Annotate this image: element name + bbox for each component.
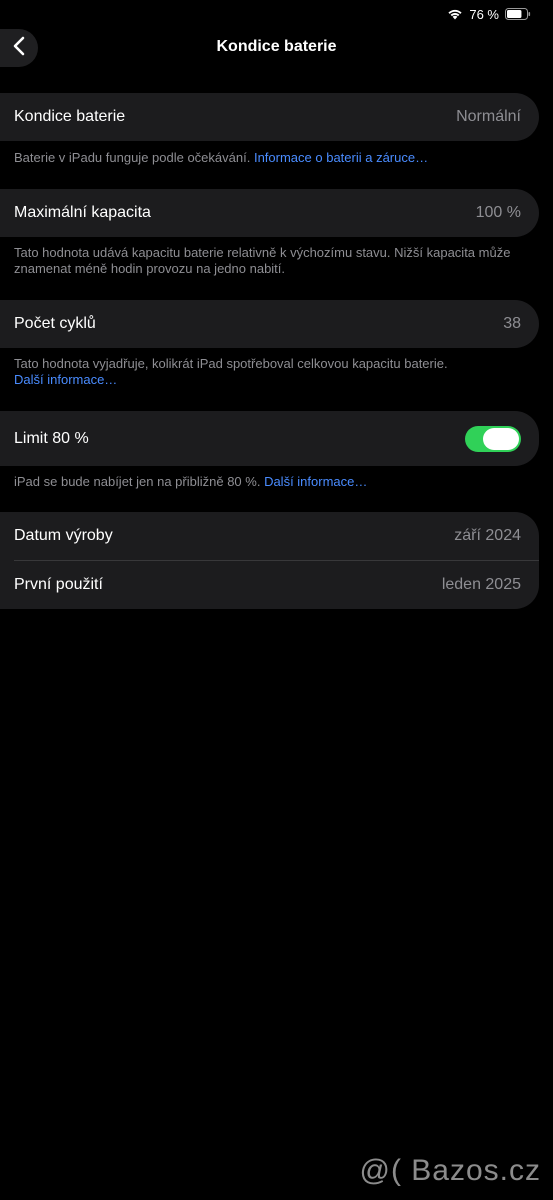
battery-warranty-info-link[interactable]: Informace o baterii a záruce… xyxy=(254,150,428,165)
charge-limit-toggle[interactable] xyxy=(465,425,521,452)
cycle-count-label: Počet cyklů xyxy=(14,315,96,332)
manufacture-date-row: Datum výroby září 2024 xyxy=(0,512,539,560)
first-use-label: První použití xyxy=(14,576,103,593)
charge-limit-row: Limit 80 % xyxy=(0,411,539,466)
navigation-bar: Kondice baterie xyxy=(0,28,553,70)
charge-limit-label: Limit 80 % xyxy=(14,429,89,447)
battery-percent: 76 % xyxy=(469,6,499,22)
max-capacity-value: 100 % xyxy=(475,204,521,221)
battery-icon xyxy=(505,8,531,20)
cycle-count-footnote: Tato hodnota vyjadřuje, kolikrát iPad sp… xyxy=(14,356,534,388)
battery-health-label: Kondice baterie xyxy=(14,108,126,125)
battery-health-footnote: Baterie v iPadu funguje podle očekávání.… xyxy=(14,150,534,166)
max-capacity-card: Maximální kapacita 100 % xyxy=(0,189,539,237)
battery-health-value: Normální xyxy=(456,108,521,125)
battery-health-row: Kondice baterie Normální xyxy=(0,93,539,141)
charge-limit-footnote-text: iPad se bude nabíjet jen na přibližně 80… xyxy=(14,474,265,489)
status-bar: 76 % xyxy=(447,0,531,28)
manufacture-date-value: září 2024 xyxy=(454,527,521,544)
first-use-row: První použití leden 2025 xyxy=(0,561,539,609)
max-capacity-label: Maximální kapacita xyxy=(14,204,151,221)
battery-health-card: Kondice baterie Normální xyxy=(0,93,539,141)
max-capacity-row: Maximální kapacita 100 % xyxy=(0,189,539,237)
battery-health-footnote-text: Baterie v iPadu funguje podle očekávání. xyxy=(14,150,254,165)
manufacture-date-label: Datum výroby xyxy=(14,527,113,544)
dates-card: Datum výroby září 2024 První použití led… xyxy=(0,512,539,609)
toggle-knob xyxy=(483,427,519,450)
charge-limit-card: Limit 80 % xyxy=(0,411,539,466)
cycle-count-card: Počet cyklů 38 xyxy=(0,300,539,348)
page-title: Kondice baterie xyxy=(216,38,337,55)
cycle-count-row: Počet cyklů 38 xyxy=(0,300,539,348)
cycle-count-footnote-text: Tato hodnota vyjadřuje, kolikrát iPad sp… xyxy=(14,356,448,371)
cycle-count-more-info-link[interactable]: Další informace… xyxy=(14,372,117,387)
max-capacity-footnote: Tato hodnota udává kapacitu baterie rela… xyxy=(14,245,511,276)
charge-limit-footnote: iPad se bude nabíjet jen na přibližně 80… xyxy=(14,474,534,490)
first-use-value: leden 2025 xyxy=(441,576,521,593)
charge-limit-more-info-link[interactable]: Další informace… xyxy=(264,474,367,489)
wifi-icon xyxy=(447,8,463,20)
cycle-count-value: 38 xyxy=(503,315,521,332)
watermark: @( Bazos.cz xyxy=(359,1154,541,1187)
